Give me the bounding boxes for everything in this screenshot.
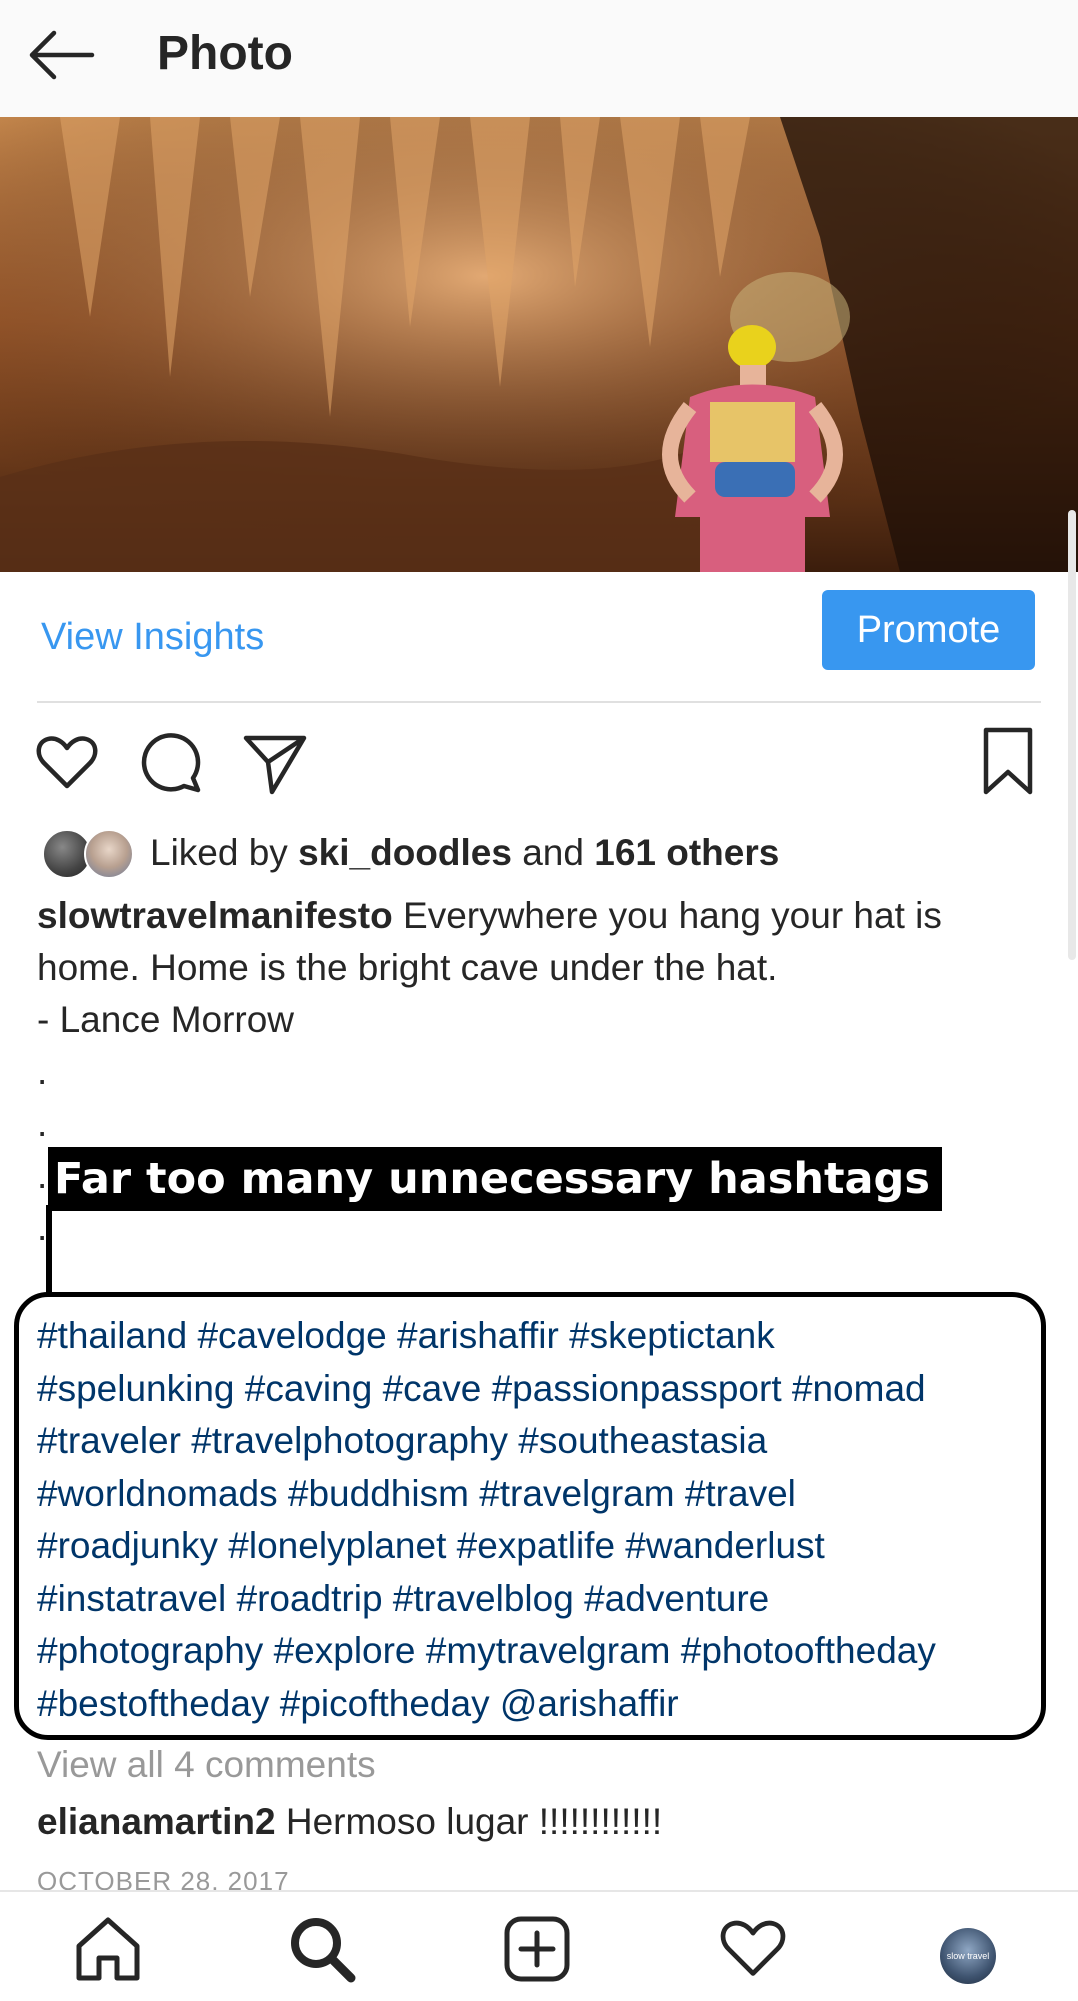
liked-by-username[interactable]: ski_doodles	[298, 832, 512, 873]
comment-username[interactable]: elianamartin2	[37, 1801, 276, 1842]
hashtag-line[interactable]: #thailand #cavelodge #arishaffir #skepti…	[37, 1310, 1047, 1363]
hashtag-line[interactable]: #spelunking #caving #cave #passionpasspo…	[37, 1363, 1047, 1416]
post-date: OCTOBER 28, 2017	[37, 1866, 290, 1891]
insights-row: View Insights Promote	[0, 572, 1078, 702]
nav-activity[interactable]	[718, 1914, 788, 1984]
bookmark-icon	[983, 727, 1033, 795]
caption-dot: .	[37, 1103, 48, 1144]
back-button[interactable]	[26, 26, 96, 84]
view-insights-link[interactable]: View Insights	[41, 612, 264, 662]
hashtag-line[interactable]: #bestoftheday #picoftheday @arishaffir	[37, 1678, 1047, 1731]
caption-text-1: Everywhere you hang your hat is	[392, 895, 942, 936]
comment-icon	[141, 733, 201, 793]
annotation-label: Far too many unnecessary hashtags	[48, 1147, 942, 1211]
nav-home[interactable]	[73, 1914, 143, 1984]
annotation-pointer	[46, 1205, 52, 1297]
caption-line-1: slowtravelmanifesto Everywhere you hang …	[37, 890, 1047, 942]
comment-item: elianamartin2 Hermoso lugar !!!!!!!!!!!!	[37, 1797, 662, 1847]
hashtag-block: #thailand #cavelodge #arishaffir #skepti…	[37, 1310, 1047, 1730]
scrollbar[interactable]	[1068, 510, 1076, 960]
liked-by-prefix: Liked by	[150, 832, 299, 873]
avatar	[84, 829, 134, 879]
nav-profile-avatar[interactable]: slow travel	[940, 1928, 996, 1984]
caption-text-3: - Lance Morrow	[37, 999, 295, 1040]
arrow-left-icon	[29, 30, 95, 80]
divider	[37, 701, 1041, 703]
add-post-icon	[504, 1916, 570, 1982]
send-icon	[243, 735, 307, 795]
activity-heart-icon	[720, 1920, 786, 1976]
comment-text: Hermoso lugar !!!!!!!!!!!!	[275, 1801, 663, 1842]
caption-text-2: home. Home is the bright cave under the …	[37, 947, 778, 988]
liked-by-row[interactable]: Liked by ski_doodles and 161 others	[40, 824, 1040, 882]
caption-username[interactable]: slowtravelmanifesto	[37, 895, 393, 936]
hashtag-line[interactable]: #photography #explore #mytravelgram #pho…	[37, 1625, 1047, 1678]
hashtag-line[interactable]: #worldnomads #buddhism #travelgram #trav…	[37, 1468, 1047, 1521]
hashtag-line[interactable]: #instatravel #roadtrip #travelblog #adve…	[37, 1573, 1047, 1626]
post-photo[interactable]	[0, 117, 1078, 572]
hashtag-line[interactable]: #traveler #travelphotography #southeasta…	[37, 1415, 1047, 1468]
share-button[interactable]	[242, 730, 308, 796]
top-bar: Photo	[0, 0, 1078, 118]
search-icon	[291, 1918, 356, 1983]
liked-by-text: Liked by ski_doodles and 161 others	[150, 828, 779, 878]
home-icon	[76, 1917, 140, 1981]
like-button[interactable]	[34, 730, 100, 796]
page-title: Photo	[157, 27, 293, 80]
promote-button[interactable]: Promote	[822, 590, 1035, 670]
save-button[interactable]	[978, 726, 1038, 798]
caption-dot: .	[37, 1051, 48, 1092]
liked-by-others[interactable]: 161 others	[594, 832, 779, 873]
liked-by-middle: and	[511, 832, 595, 873]
nav-search[interactable]	[287, 1914, 357, 1984]
hashtag-line[interactable]: #roadjunky #lonelyplanet #expatlife #wan…	[37, 1520, 1047, 1573]
bottom-nav	[0, 1890, 1078, 2001]
heart-icon	[36, 736, 98, 789]
comment-button[interactable]	[138, 730, 204, 796]
cave-photo-illustration	[0, 117, 1078, 572]
view-all-comments-link[interactable]: View all 4 comments	[37, 1740, 376, 1790]
nav-add-post[interactable]	[502, 1914, 572, 1984]
